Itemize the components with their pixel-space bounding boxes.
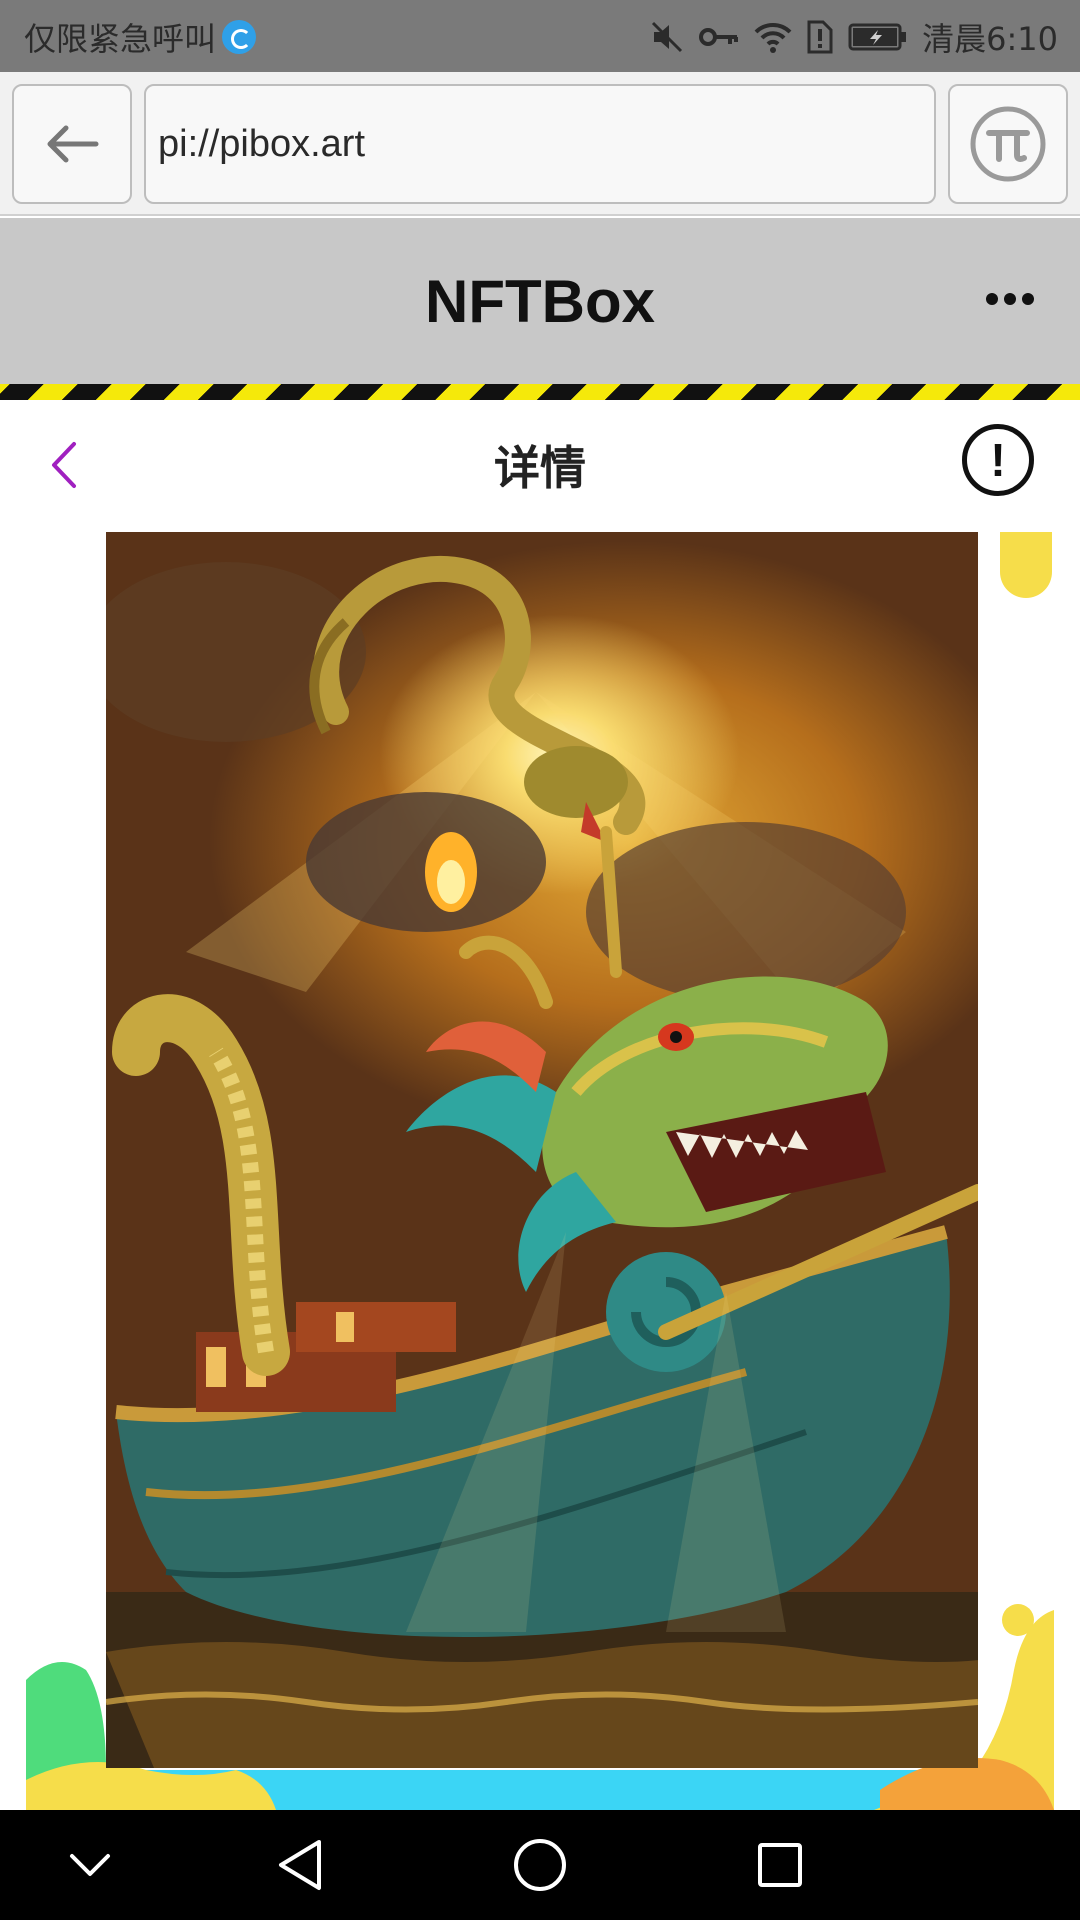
detail-header: 详情 bbox=[0, 400, 1080, 530]
dragon-boat-artwork[interactable] bbox=[106, 532, 978, 1768]
nft-detail-content bbox=[0, 530, 1080, 1810]
system-home-button[interactable] bbox=[510, 1835, 570, 1895]
back-triangle-icon bbox=[279, 1840, 321, 1890]
detail-title: 详情 bbox=[494, 441, 586, 495]
info-glyph: ! bbox=[990, 434, 1006, 486]
mute-icon bbox=[652, 21, 683, 53]
hazard-stripe-divider bbox=[0, 384, 1080, 400]
browser-address-bar: pi://pibox.art bbox=[0, 72, 1080, 216]
more-horizontal-icon bbox=[986, 293, 998, 305]
status-time: 清晨6:10 bbox=[922, 20, 1058, 58]
vpn-key-icon bbox=[699, 28, 739, 46]
system-nav-bar bbox=[0, 1810, 1080, 1920]
app-title: NFTBox bbox=[425, 267, 655, 335]
system-back-button[interactable] bbox=[270, 1835, 330, 1895]
emergency-only-text: 仅限紧急呼叫 bbox=[24, 20, 217, 58]
browser-back-button[interactable] bbox=[12, 84, 132, 204]
wifi-icon bbox=[754, 22, 792, 53]
battery-charging-icon bbox=[848, 23, 907, 51]
recents-square-icon bbox=[758, 1843, 802, 1887]
home-circle-icon bbox=[514, 1839, 566, 1891]
sim-alert-icon bbox=[807, 20, 833, 54]
hide-keyboard-button[interactable] bbox=[60, 1835, 120, 1895]
huawei-cloud-icon bbox=[222, 20, 257, 54]
arrow-left-icon bbox=[47, 125, 99, 163]
system-recents-button[interactable] bbox=[750, 1835, 810, 1895]
info-icon[interactable]: ! bbox=[962, 424, 1034, 496]
url-field[interactable]: pi://pibox.art bbox=[144, 84, 936, 204]
url-text: pi://pibox.art bbox=[158, 122, 365, 165]
more-options-button[interactable] bbox=[980, 274, 1040, 324]
status-left: 仅限紧急呼叫 bbox=[24, 14, 257, 60]
status-bar: 仅限紧急呼叫 清晨6:10 bbox=[0, 0, 1080, 72]
status-right: 清晨6:10 bbox=[650, 14, 1058, 60]
hide-keyboard-icon bbox=[70, 1854, 110, 1876]
pi-network-icon bbox=[970, 106, 1046, 182]
pi-browser-button[interactable] bbox=[948, 84, 1068, 204]
artwork-illustration bbox=[106, 555, 978, 1768]
app-header: NFTBox bbox=[0, 218, 1080, 384]
